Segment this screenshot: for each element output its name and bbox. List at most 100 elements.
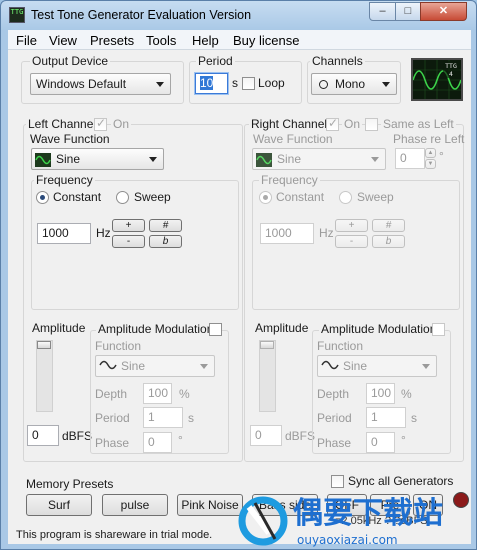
left-wave-select[interactable]: Sine [31,148,164,170]
right-flat-button[interactable]: b [372,235,405,248]
output-device-label: Output Device [30,54,111,68]
left-modulation-checkbox[interactable] [209,323,222,336]
svg-text:TTG: TTG [445,62,457,70]
left-sweep-radio[interactable] [116,191,129,204]
right-depth-label: Depth [317,387,350,401]
right-frequency-input[interactable]: 1000 [260,223,314,244]
chevron-down-icon [422,364,430,369]
left-amplitude-input[interactable]: 0 [27,425,59,446]
left-phase-input[interactable]: 0 [143,432,172,453]
period-value: 10 [200,76,214,90]
right-modulation-label: Amplitude Modulation [319,322,439,336]
watermark-graphic: 偶要下载站 ouyaoxiazai.com [238,496,443,547]
menu-view[interactable]: View [49,33,77,48]
period-label: Period [196,54,235,68]
channels-group: Channels Mono [307,54,401,104]
left-freq-up-button[interactable]: + [112,219,145,232]
phase-up-spinner[interactable]: ▲ [425,148,436,158]
left-function-label: Function [95,339,142,353]
preset-pulse-button[interactable]: pulse [102,494,168,516]
right-mod-period-input[interactable]: 1 [366,407,406,428]
right-function-select[interactable]: Sine [317,355,437,377]
scope-waveform: TTG 4 [412,60,462,99]
left-sharp-button[interactable]: # [149,219,182,232]
right-amplitude-input[interactable]: 0 [250,425,282,446]
mono-icon [319,80,328,89]
left-amplitude-slider[interactable] [36,340,53,412]
left-channel-title: Left Channel [26,117,99,131]
menu-buy-license[interactable]: Buy license [233,33,299,48]
left-hz-unit: Hz [96,226,111,240]
right-depth-unit: % [401,387,412,401]
left-on-label: On [111,117,132,131]
left-flat-button[interactable]: b [149,235,182,248]
left-amplitude-label: Amplitude [32,321,86,335]
menu-help[interactable]: Help [192,33,219,48]
menu-bar: File View Presets Tools Help Buy license [8,30,471,50]
right-mod-period-unit: s [411,411,417,425]
right-amplitude-thumb[interactable] [260,341,274,349]
right-amplitude-slider[interactable] [259,340,276,412]
menu-tools[interactable]: Tools [146,33,176,48]
output-device-select[interactable]: Windows Default [30,73,171,95]
right-phase-value: 0 [371,435,378,449]
channels-select[interactable]: Mono [311,73,397,95]
same-as-left-checkbox[interactable] [365,118,378,131]
right-amplitude-label: Amplitude [255,321,309,335]
main-panel: Output Device Windows Default Period 10 … [8,50,471,544]
left-function-select[interactable]: Sine [95,355,215,377]
menu-presets[interactable]: Presets [90,33,134,48]
right-frequency-group: Frequency Constant Sweep 1000 Hz + - # b [252,173,460,310]
right-mod-period-label: Period [317,411,352,425]
chevron-down-icon [371,157,379,162]
close-button[interactable]: ✕ [420,2,467,21]
period-unit: s [232,76,238,90]
sine-wave-icon [256,152,272,167]
preset-surf-button[interactable]: Surf [26,494,92,516]
right-phase-unit: ° [401,433,406,447]
chevron-down-icon [149,157,157,162]
preset-pink-noise-button[interactable]: Pink Noise [177,494,243,516]
phase-down-spinner[interactable]: ▼ [425,159,436,169]
right-frequency-value: 1000 [265,226,292,240]
right-phase-input[interactable]: 0 [366,432,395,453]
title-bar[interactable]: TTG Test Tone Generator Evaluation Versi… [1,1,476,29]
left-constant-label: Constant [53,190,102,204]
right-mod-period-value: 1 [371,410,378,424]
minimize-button[interactable]: – [369,2,396,21]
left-depth-input[interactable]: 100 [143,383,172,404]
right-on-checkbox[interactable] [326,116,339,131]
right-sweep-radio[interactable] [339,191,352,204]
period-input[interactable]: 10 [194,72,229,95]
right-wave-select[interactable]: Sine [252,148,386,170]
left-mod-period-input[interactable]: 1 [143,407,183,428]
left-on-checkbox[interactable] [94,116,107,131]
phase-re-left-input[interactable]: 0 [395,148,425,169]
right-constant-radio[interactable] [259,191,272,204]
left-frequency-input[interactable]: 1000 [37,223,91,244]
right-sharp-button[interactable]: # [372,219,405,232]
oscilloscope-icon[interactable]: TTG 4 [411,58,463,101]
left-depth-unit: % [179,387,190,401]
left-wave-label: Wave Function [30,132,110,146]
right-dbfs-unit: dBFS [285,429,316,443]
sine-wave-icon [35,152,51,167]
left-amplitude-thumb[interactable] [37,341,51,349]
loop-label: Loop [258,76,285,90]
chevron-down-icon [156,82,164,87]
phase-re-left-unit: ° [439,149,444,163]
right-depth-input[interactable]: 100 [366,383,395,404]
loop-checkbox[interactable] [242,77,255,90]
right-freq-up-button[interactable]: + [335,219,368,232]
sine-wave-icon [99,357,117,377]
chevron-down-icon [200,364,208,369]
left-modulation-group: Amplitude Modulation Function Sine Depth… [90,322,229,454]
menu-file[interactable]: File [16,33,37,48]
left-frequency-label: Frequency [34,173,95,187]
left-freq-down-button[interactable]: - [112,235,145,248]
maximize-button[interactable]: □ [395,2,421,21]
left-depth-label: Depth [95,387,128,401]
right-freq-down-button[interactable]: - [335,235,368,248]
right-modulation-checkbox[interactable] [432,323,445,336]
left-constant-radio[interactable] [36,191,49,204]
